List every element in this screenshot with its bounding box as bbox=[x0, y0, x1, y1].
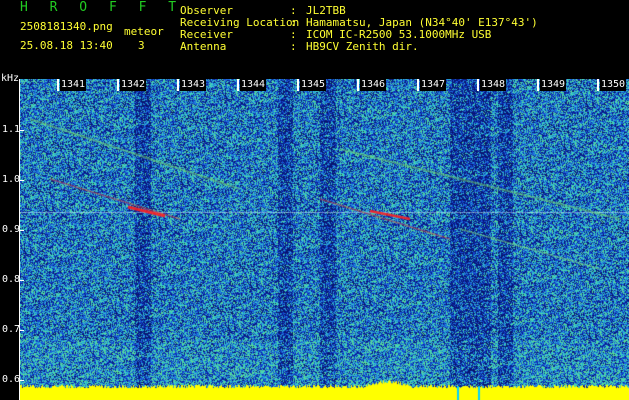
minute-label-1350: 1350 bbox=[600, 79, 627, 91]
capture-datetime: 25.08.18 13:40 bbox=[20, 39, 113, 52]
minute-label-1346: 1346 bbox=[360, 79, 387, 91]
minute-tick-1344 bbox=[237, 79, 239, 91]
freq-tick-1.1 bbox=[20, 130, 24, 131]
antenna-value: HB9CV Zenith dir. bbox=[306, 40, 419, 53]
y-axis-unit: kHz bbox=[1, 73, 20, 84]
minute-label-1342: 1342 bbox=[120, 79, 147, 91]
minute-label-1344: 1344 bbox=[240, 79, 267, 91]
antenna-label: Antenna bbox=[180, 40, 227, 53]
minute-tick-1350 bbox=[597, 79, 599, 91]
freq-label-0.9: 0.9 bbox=[2, 224, 21, 235]
minute-tick-1342 bbox=[117, 79, 119, 91]
freq-tick-1.0 bbox=[20, 180, 24, 181]
freq-label-1.0: 1.0 bbox=[2, 174, 21, 185]
antenna-colon: : bbox=[290, 40, 297, 53]
mode-label: meteor bbox=[124, 25, 164, 38]
app-brand: H R O F F T bbox=[20, 0, 184, 15]
minute-label-1341: 1341 bbox=[60, 79, 87, 91]
freq-label-0.6: 0.6 bbox=[2, 374, 21, 385]
minute-tick-1343 bbox=[177, 79, 179, 91]
minute-label-1343: 1343 bbox=[180, 79, 207, 91]
minute-tick-1346 bbox=[357, 79, 359, 91]
meteor-count: 3 bbox=[138, 39, 145, 52]
freq-tick-0.9 bbox=[20, 230, 24, 231]
freq-tick-0.8 bbox=[20, 280, 24, 281]
freq-label-1.1: 1.1 bbox=[2, 124, 21, 135]
minute-tick-1348 bbox=[477, 79, 479, 91]
freq-label-0.7: 0.7 bbox=[2, 324, 21, 335]
spectrogram bbox=[20, 79, 629, 400]
minute-label-1347: 1347 bbox=[420, 79, 447, 91]
freq-tick-0.6 bbox=[20, 380, 24, 381]
freq-tick-0.7 bbox=[20, 330, 24, 331]
minute-tick-1347 bbox=[417, 79, 419, 91]
minute-tick-1345 bbox=[297, 79, 299, 91]
file-name: 2508181340.png bbox=[20, 20, 113, 33]
freq-label-0.8: 0.8 bbox=[2, 274, 21, 285]
minute-label-1349: 1349 bbox=[540, 79, 567, 91]
minute-label-1348: 1348 bbox=[480, 79, 507, 91]
minute-tick-1341 bbox=[57, 79, 59, 91]
minute-label-1345: 1345 bbox=[300, 79, 327, 91]
minute-tick-1349 bbox=[537, 79, 539, 91]
